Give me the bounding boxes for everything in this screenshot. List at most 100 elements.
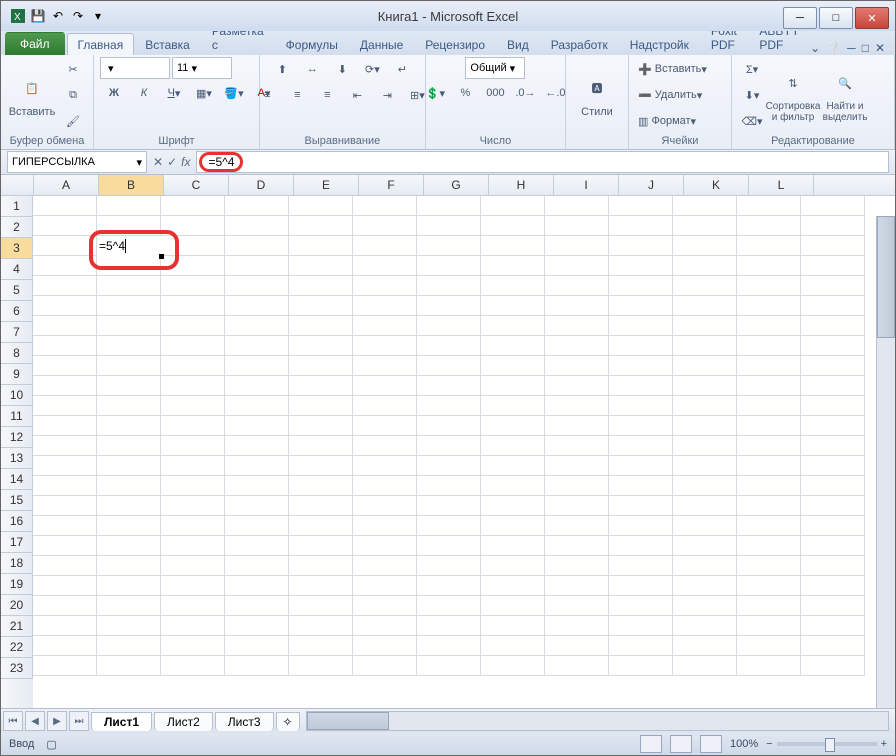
- tab-file[interactable]: Файл: [5, 32, 65, 55]
- zoom-slider[interactable]: − +: [766, 738, 887, 750]
- align-top-button[interactable]: ⬆: [268, 57, 296, 81]
- maximize-button[interactable]: □: [819, 7, 853, 29]
- format-cells-button[interactable]: ▥ Формат▾: [635, 109, 699, 133]
- cells-area[interactable]: =5^4: [33, 196, 895, 708]
- increase-decimal-button[interactable]: .0→: [511, 81, 539, 105]
- align-left-button[interactable]: ≡: [253, 83, 281, 107]
- align-right-button[interactable]: ≡: [313, 83, 341, 107]
- row-23[interactable]: 23: [1, 658, 33, 679]
- enter-formula-icon[interactable]: ✓: [167, 155, 177, 169]
- zoom-in-icon[interactable]: +: [881, 738, 887, 750]
- row-16[interactable]: 16: [1, 511, 33, 532]
- col-D[interactable]: D: [229, 175, 294, 195]
- row-11[interactable]: 11: [1, 406, 33, 427]
- col-H[interactable]: H: [489, 175, 554, 195]
- tab-home[interactable]: Главная: [67, 33, 135, 55]
- row-1[interactable]: 1: [1, 196, 33, 217]
- vscroll-thumb[interactable]: [877, 216, 895, 338]
- tab-view[interactable]: Вид: [496, 33, 540, 55]
- row-6[interactable]: 6: [1, 301, 33, 322]
- row-22[interactable]: 22: [1, 637, 33, 658]
- font-family-select[interactable]: ▾: [100, 57, 170, 79]
- number-format-select[interactable]: Общий ▾: [465, 57, 525, 79]
- col-C[interactable]: C: [164, 175, 229, 195]
- increase-indent-button[interactable]: ⇥: [373, 83, 401, 107]
- cancel-formula-icon[interactable]: ✕: [153, 155, 163, 169]
- hscroll-thumb[interactable]: [307, 712, 389, 730]
- minimize-button[interactable]: ─: [783, 7, 817, 29]
- doc-minimize-icon[interactable]: ─: [847, 41, 856, 55]
- zoom-thumb[interactable]: [825, 738, 835, 752]
- help-icon[interactable]: ❔: [826, 41, 841, 55]
- font-size-select[interactable]: 11 ▾: [172, 57, 232, 79]
- row-13[interactable]: 13: [1, 448, 33, 469]
- align-middle-button[interactable]: ↔: [298, 57, 326, 81]
- normal-view-button[interactable]: [640, 735, 662, 753]
- underline-button[interactable]: Ч▾: [160, 81, 188, 105]
- qat-dropdown-icon[interactable]: ▾: [89, 7, 107, 25]
- sheet-tab-3[interactable]: Лист3: [215, 712, 274, 731]
- italic-button[interactable]: К: [130, 81, 158, 105]
- row-2[interactable]: 2: [1, 217, 33, 238]
- autosum-button[interactable]: Σ▾: [738, 57, 766, 81]
- doc-restore-icon[interactable]: □: [862, 41, 869, 55]
- percent-button[interactable]: %: [451, 81, 479, 105]
- col-K[interactable]: K: [684, 175, 749, 195]
- redo-icon[interactable]: ↷: [69, 7, 87, 25]
- save-icon[interactable]: 💾: [29, 7, 47, 25]
- copy-button[interactable]: ⧉: [59, 83, 87, 107]
- col-I[interactable]: I: [554, 175, 619, 195]
- row-10[interactable]: 10: [1, 385, 33, 406]
- align-center-button[interactable]: ≡: [283, 83, 311, 107]
- sheet-nav-last[interactable]: ⏭: [69, 711, 89, 731]
- fx-icon[interactable]: fx: [181, 155, 190, 169]
- macro-record-icon[interactable]: ▢: [46, 738, 56, 751]
- col-J[interactable]: J: [619, 175, 684, 195]
- col-G[interactable]: G: [424, 175, 489, 195]
- page-layout-view-button[interactable]: [670, 735, 692, 753]
- delete-cells-button[interactable]: ➖ Удалить▾: [635, 83, 705, 107]
- border-button[interactable]: ▦▾: [190, 81, 218, 105]
- row-15[interactable]: 15: [1, 490, 33, 511]
- sheet-nav-prev[interactable]: ◀: [25, 711, 45, 731]
- align-bottom-button[interactable]: ⬇: [328, 57, 356, 81]
- cut-button[interactable]: ✂: [59, 57, 87, 81]
- horizontal-scrollbar[interactable]: [306, 711, 889, 731]
- formula-input[interactable]: =5^4: [196, 151, 889, 173]
- zoom-out-icon[interactable]: −: [766, 738, 772, 750]
- col-B[interactable]: B: [99, 175, 164, 195]
- row-17[interactable]: 17: [1, 532, 33, 553]
- doc-close-icon[interactable]: ✕: [875, 41, 885, 55]
- row-4[interactable]: 4: [1, 259, 33, 280]
- row-9[interactable]: 9: [1, 364, 33, 385]
- tab-insert[interactable]: Вставка: [134, 33, 201, 55]
- format-painter-button[interactable]: 🖌: [59, 109, 87, 133]
- row-18[interactable]: 18: [1, 553, 33, 574]
- styles-button[interactable]: 🅰Стили: [572, 62, 622, 128]
- decrease-indent-button[interactable]: ⇤: [343, 83, 371, 107]
- row-7[interactable]: 7: [1, 322, 33, 343]
- row-5[interactable]: 5: [1, 280, 33, 301]
- wrap-text-button[interactable]: ↵: [388, 57, 416, 81]
- sheet-tab-1[interactable]: Лист1: [91, 712, 152, 731]
- paste-button[interactable]: 📋Вставить: [7, 62, 57, 128]
- col-A[interactable]: A: [34, 175, 99, 195]
- row-19[interactable]: 19: [1, 574, 33, 595]
- ribbon-minimize-icon[interactable]: ⌄: [810, 41, 820, 55]
- insert-cells-button[interactable]: ➕ Вставить▾: [635, 57, 710, 81]
- select-all-corner[interactable]: [1, 175, 34, 195]
- fill-button[interactable]: ⬇▾: [738, 83, 766, 107]
- currency-button[interactable]: 💲▾: [421, 81, 449, 105]
- sheet-nav-next[interactable]: ▶: [47, 711, 67, 731]
- active-cell-b3[interactable]: =5^4: [97, 236, 161, 256]
- fill-color-button[interactable]: 🪣▾: [220, 81, 248, 105]
- col-E[interactable]: E: [294, 175, 359, 195]
- vertical-scrollbar[interactable]: [876, 216, 895, 708]
- tab-developer[interactable]: Разработк: [540, 33, 619, 55]
- tab-addins[interactable]: Надстройк: [619, 33, 700, 55]
- undo-icon[interactable]: ↶: [49, 7, 67, 25]
- tab-review[interactable]: Рецензиро: [414, 33, 496, 55]
- new-sheet-button[interactable]: ✧: [276, 712, 300, 731]
- name-box[interactable]: ГИПЕРССЫЛКА▾: [7, 151, 147, 173]
- row-8[interactable]: 8: [1, 343, 33, 364]
